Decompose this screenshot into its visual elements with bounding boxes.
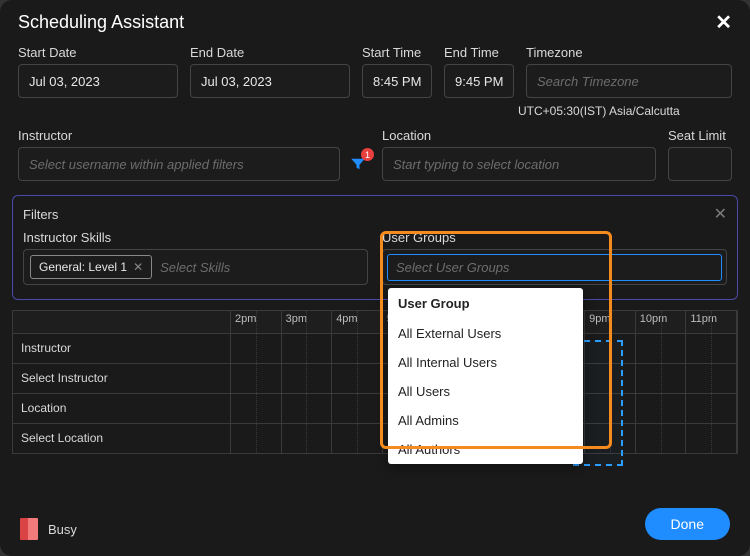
row-label: Instructor (13, 334, 231, 363)
location-label: Location (382, 128, 656, 143)
filters-close-icon[interactable]: ✕ (714, 204, 727, 224)
start-date-label: Start Date (18, 45, 178, 60)
close-icon[interactable]: ✕ (715, 13, 732, 33)
chip-remove-icon[interactable]: ✕ (133, 260, 143, 274)
user-groups-dropdown: User Group All External Users All Intern… (388, 288, 583, 464)
dropdown-option[interactable]: All Admins (388, 406, 583, 435)
skill-chip: General: Level 1 ✕ (30, 255, 152, 279)
end-time-label: End Time (444, 45, 514, 60)
start-date-input[interactable] (18, 64, 178, 98)
dropdown-header: User Group (388, 288, 583, 319)
filter-badge: 1 (361, 148, 374, 161)
schedule-grid: 2pm 3pm 4pm 5pm 6pm 7pm 8pm 9pm 10pm 11p… (12, 310, 738, 454)
done-button[interactable]: Done (645, 508, 730, 540)
filters-panel: Filters ✕ Instructor Skills General: Lev… (12, 195, 738, 300)
dropdown-option[interactable]: All Internal Users (388, 348, 583, 377)
hour-col: 3pm (282, 311, 333, 333)
hour-col: 9pm (585, 311, 636, 333)
dropdown-option[interactable]: All Authors (388, 435, 583, 464)
timezone-label: Timezone (526, 45, 732, 60)
start-time-input[interactable] (362, 64, 432, 98)
instructor-input[interactable] (18, 147, 340, 181)
schedule-row[interactable]: Select Location (13, 423, 737, 453)
skill-chip-label: General: Level 1 (39, 260, 127, 274)
dropdown-option[interactable]: All External Users (388, 319, 583, 348)
instructor-label: Instructor (18, 128, 370, 143)
dropdown-option[interactable]: All Users (388, 377, 583, 406)
hour-col: 11pm (686, 311, 737, 333)
end-time-input[interactable] (444, 64, 514, 98)
busy-swatch (20, 518, 38, 540)
skills-field[interactable]: General: Level 1 ✕ (23, 249, 368, 285)
instructor-skills-label: Instructor Skills (23, 230, 368, 245)
seat-limit-input[interactable] (668, 147, 732, 181)
user-groups-field[interactable] (382, 249, 727, 285)
busy-legend-label: Busy (48, 522, 77, 537)
filters-heading: Filters (23, 207, 58, 222)
row-label[interactable]: Select Location (13, 424, 231, 453)
timezone-input[interactable] (526, 64, 732, 98)
end-date-label: End Date (190, 45, 350, 60)
hour-col: 2pm (231, 311, 282, 333)
hour-col: 4pm (332, 311, 383, 333)
timezone-note: UTC+05:30(IST) Asia/Calcutta (0, 102, 750, 118)
user-groups-label: User Groups (382, 230, 727, 245)
schedule-row[interactable]: Select Instructor (13, 363, 737, 393)
row-label[interactable]: Select Instructor (13, 364, 231, 393)
filter-icon[interactable]: 1 (346, 152, 370, 176)
start-time-label: Start Time (362, 45, 432, 60)
end-date-input[interactable] (190, 64, 350, 98)
location-input[interactable] (382, 147, 656, 181)
row-label: Location (13, 394, 231, 423)
dialog-title: Scheduling Assistant (18, 12, 184, 33)
schedule-row: Location (13, 393, 737, 423)
hour-col: 10pm (636, 311, 687, 333)
seat-limit-label: Seat Limit (668, 128, 732, 143)
schedule-row: Instructor (13, 333, 737, 363)
user-groups-input[interactable] (387, 254, 722, 281)
skills-input[interactable] (158, 259, 361, 276)
